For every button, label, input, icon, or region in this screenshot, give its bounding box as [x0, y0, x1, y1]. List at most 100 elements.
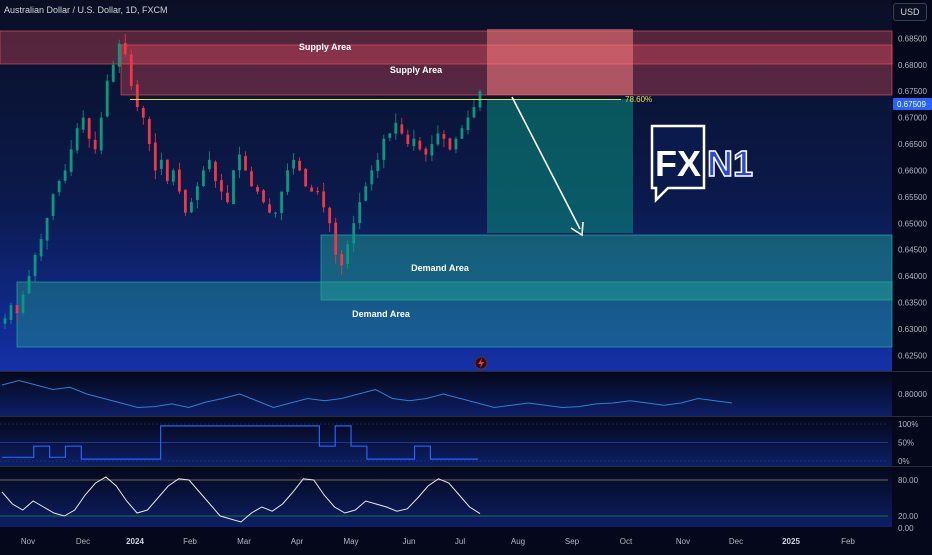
candle-body[interactable] — [81, 117, 85, 130]
price-tick-label: 0.65500 — [898, 193, 927, 202]
candle-body[interactable] — [388, 133, 392, 138]
supply-zone-inner-label: Supply Area — [390, 65, 443, 75]
candle-body[interactable] — [244, 156, 247, 171]
candle-body[interactable] — [87, 118, 91, 139]
candle-body[interactable] — [376, 159, 380, 171]
demand-zone-inner[interactable] — [320, 234, 893, 301]
candle-body[interactable] — [430, 144, 434, 156]
candle-body[interactable] — [298, 160, 302, 171]
price-tick-label: 0.63000 — [898, 325, 927, 334]
price-tick-label: 0.64000 — [898, 272, 927, 281]
candle-body[interactable] — [262, 190, 265, 203]
candle-body[interactable] — [268, 204, 271, 213]
candle-body[interactable] — [69, 149, 73, 172]
candle-body[interactable] — [358, 202, 362, 224]
candle-body[interactable] — [208, 159, 211, 170]
candle-body[interactable] — [214, 161, 217, 181]
candle-body[interactable] — [123, 43, 127, 55]
candle-body[interactable] — [400, 124, 404, 134]
candle-body[interactable] — [45, 217, 49, 241]
candle-body[interactable] — [238, 154, 241, 171]
candle-body[interactable] — [39, 239, 43, 257]
price-tick-label: 0.67500 — [898, 87, 927, 96]
candle-body[interactable] — [147, 119, 151, 145]
candle-body[interactable] — [135, 84, 139, 108]
candle-body[interactable] — [189, 202, 193, 213]
time-tick-label: Feb — [841, 537, 855, 546]
candle-body[interactable] — [105, 80, 109, 117]
candle-body[interactable] — [93, 139, 97, 150]
candle-body[interactable] — [340, 254, 344, 266]
candle-body[interactable] — [165, 159, 169, 181]
candle-body[interactable] — [21, 294, 25, 313]
candle-body[interactable] — [232, 170, 235, 205]
candle-body[interactable] — [226, 192, 229, 203]
candle-body[interactable] — [9, 305, 13, 320]
time-tick-label: Apr — [291, 537, 304, 546]
candle-body[interactable] — [436, 133, 440, 145]
candle-body[interactable] — [183, 189, 187, 213]
candle-body[interactable] — [196, 186, 199, 201]
candle-body[interactable] — [63, 170, 67, 181]
candle-body[interactable] — [418, 140, 422, 150]
candle-body[interactable] — [117, 43, 121, 67]
candle-body[interactable] — [111, 64, 115, 82]
candle-body[interactable] — [220, 180, 223, 192]
time-tick-label: Jun — [403, 537, 416, 546]
candle-body[interactable] — [51, 194, 55, 216]
indicator-pane-3-background — [0, 467, 932, 527]
candle-body[interactable] — [280, 191, 283, 214]
candle-body[interactable] — [424, 148, 428, 155]
candle-body[interactable] — [328, 207, 332, 224]
candle-body[interactable] — [370, 170, 374, 185]
candle-body[interactable] — [177, 169, 181, 192]
candle-body[interactable] — [75, 128, 79, 151]
candle-body[interactable] — [364, 186, 368, 201]
candle-body[interactable] — [141, 108, 145, 118]
candle-body[interactable] — [57, 181, 61, 193]
flash-icon[interactable] — [474, 356, 488, 370]
candle-body[interactable] — [129, 54, 133, 86]
candle-body[interactable] — [394, 122, 398, 134]
candle-body[interactable] — [412, 138, 416, 147]
current-price-label: 0.67509 — [897, 100, 926, 109]
projection-risk-box[interactable] — [487, 29, 633, 95]
candle-body[interactable] — [33, 254, 37, 277]
candle-body[interactable] — [472, 107, 476, 118]
candle-body[interactable] — [448, 138, 452, 150]
candle-body[interactable] — [159, 159, 163, 169]
candle-body[interactable] — [442, 134, 446, 139]
time-tick-label: 2025 — [782, 537, 800, 546]
candle-body[interactable] — [286, 170, 289, 192]
candle-body[interactable] — [15, 305, 19, 314]
candle-body[interactable] — [322, 191, 326, 208]
candle-body[interactable] — [310, 187, 314, 192]
indicator-2-tick-label: 100% — [898, 420, 918, 429]
candle-body[interactable] — [171, 170, 175, 182]
candle-body[interactable] — [406, 134, 410, 145]
time-tick-label: May — [343, 537, 358, 546]
chart-canvas[interactable]: Supply Area Supply Area Demand Area Dema… — [0, 0, 932, 550]
candle-body[interactable] — [256, 186, 259, 192]
candle-body[interactable] — [316, 191, 320, 193]
candle-body[interactable] — [334, 222, 338, 255]
candle-body[interactable] — [352, 223, 356, 244]
candle-body[interactable] — [304, 168, 308, 187]
candle-body[interactable] — [27, 276, 31, 294]
candle-body[interactable] — [466, 117, 470, 131]
candle-body[interactable] — [99, 117, 103, 151]
candle-body[interactable] — [454, 138, 458, 150]
projection-target-box[interactable] — [487, 99, 633, 233]
candle-body[interactable] — [3, 318, 7, 324]
time-tick-label: Aug — [511, 537, 525, 546]
candle-body[interactable] — [346, 244, 350, 264]
candle-body[interactable] — [460, 128, 464, 139]
candle-body[interactable] — [202, 170, 205, 186]
candle-body[interactable] — [153, 142, 157, 171]
candle-body[interactable] — [274, 212, 277, 214]
currency-button[interactable]: USD — [893, 3, 927, 21]
candle-body[interactable] — [292, 159, 296, 169]
candle-body[interactable] — [382, 138, 386, 160]
candle-body[interactable] — [250, 171, 253, 187]
logo-n1-text: N1 — [707, 143, 753, 184]
